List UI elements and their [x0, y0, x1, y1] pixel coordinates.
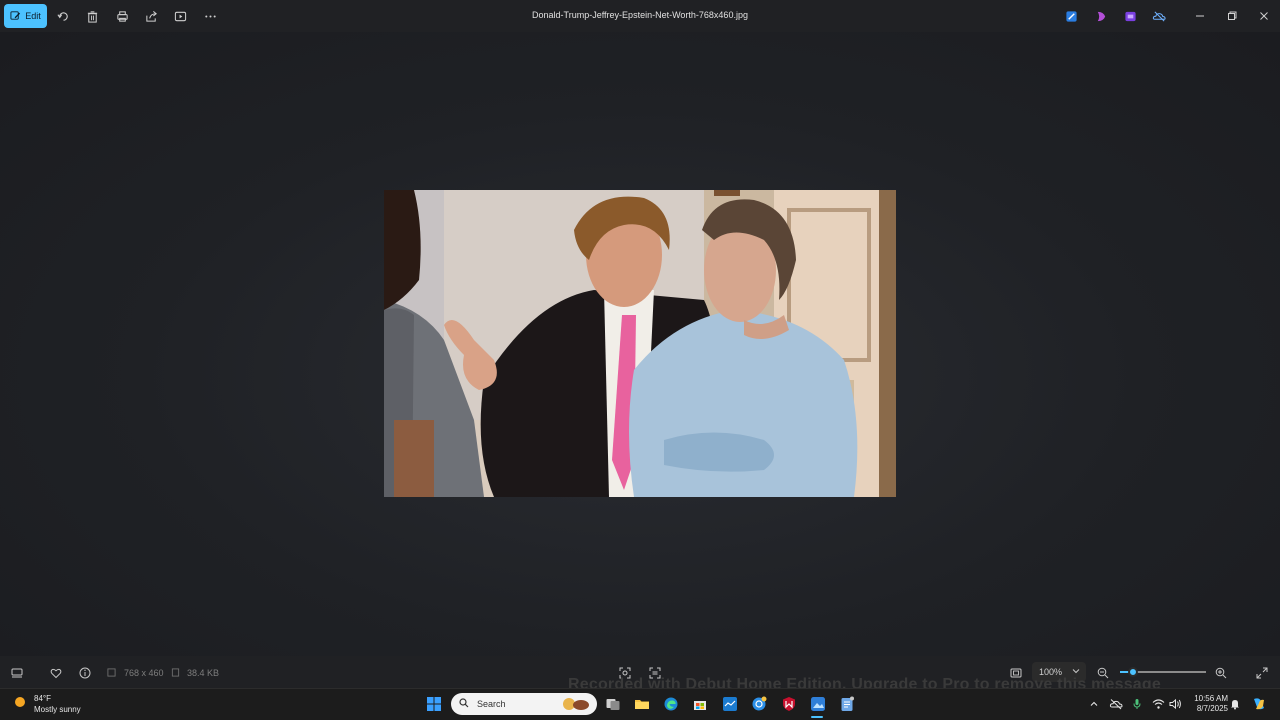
search-placeholder: Search	[477, 699, 506, 709]
top-toolbar: Edit Donald-Trump-Jeffrey-Epstein-Net-Wo…	[0, 0, 1280, 32]
weather-app-icon[interactable]	[720, 694, 740, 714]
search-icon	[459, 698, 469, 710]
microphone-icon[interactable]	[1130, 697, 1144, 711]
clock-time: 10:56 AM	[1194, 694, 1228, 703]
file-size-icon	[170, 667, 180, 677]
chevron-up-icon[interactable]	[1087, 697, 1101, 711]
sun-icon	[12, 694, 28, 715]
clipchamp-icon[interactable]	[1122, 8, 1138, 24]
close-icon[interactable]	[1256, 8, 1272, 24]
info-icon[interactable]	[78, 666, 92, 680]
search-highlight-icon	[561, 696, 591, 714]
clock-date: 8/7/2025	[1196, 704, 1228, 713]
filmstrip-icon[interactable]	[10, 666, 24, 680]
notepad-icon[interactable]	[837, 694, 857, 714]
wifi-icon[interactable]	[1151, 697, 1165, 711]
browser-app-icon[interactable]	[749, 694, 769, 714]
taskbar-search[interactable]: Search	[451, 693, 597, 715]
file-title: Donald-Trump-Jeffrey-Epstein-Net-Worth-7…	[532, 10, 748, 20]
start-icon[interactable]	[424, 694, 444, 714]
dimensions-icon	[106, 667, 116, 677]
weather-desc: Mostly sunny	[34, 705, 81, 714]
antivirus-icon[interactable]	[779, 694, 799, 714]
minimize-icon[interactable]	[1192, 8, 1208, 24]
designer-app-icon[interactable]	[1063, 8, 1079, 24]
weather-temp: 84°F	[34, 694, 51, 703]
image-dimensions: 768 x 460	[124, 668, 164, 678]
edge-icon[interactable]	[661, 694, 681, 714]
copilot-icon[interactable]	[1093, 8, 1109, 24]
onedrive-offline-icon[interactable]	[1151, 8, 1167, 24]
zoom-in-icon[interactable]	[1214, 666, 1228, 680]
active-app-indicator	[811, 716, 823, 718]
photos-app-icon[interactable]	[808, 694, 828, 714]
clock[interactable]: 10:56 AM 8/7/2025	[1188, 694, 1228, 714]
displayed-photo[interactable]	[384, 190, 896, 497]
copilot-tray-icon[interactable]	[1250, 695, 1268, 713]
task-view-icon[interactable]	[603, 694, 623, 714]
favorite-icon[interactable]	[49, 666, 63, 680]
weather-widget[interactable]: 84°F Mostly sunny	[12, 692, 92, 716]
restore-icon[interactable]	[1224, 8, 1240, 24]
volume-icon[interactable]	[1168, 697, 1182, 711]
onedrive-tray-icon[interactable]	[1109, 697, 1123, 711]
store-icon[interactable]	[690, 694, 710, 714]
notification-bell-icon[interactable]	[1228, 697, 1242, 711]
file-explorer-icon[interactable]	[632, 694, 652, 714]
fullscreen-icon[interactable]	[1255, 666, 1269, 680]
file-size: 38.4 KB	[187, 668, 220, 678]
